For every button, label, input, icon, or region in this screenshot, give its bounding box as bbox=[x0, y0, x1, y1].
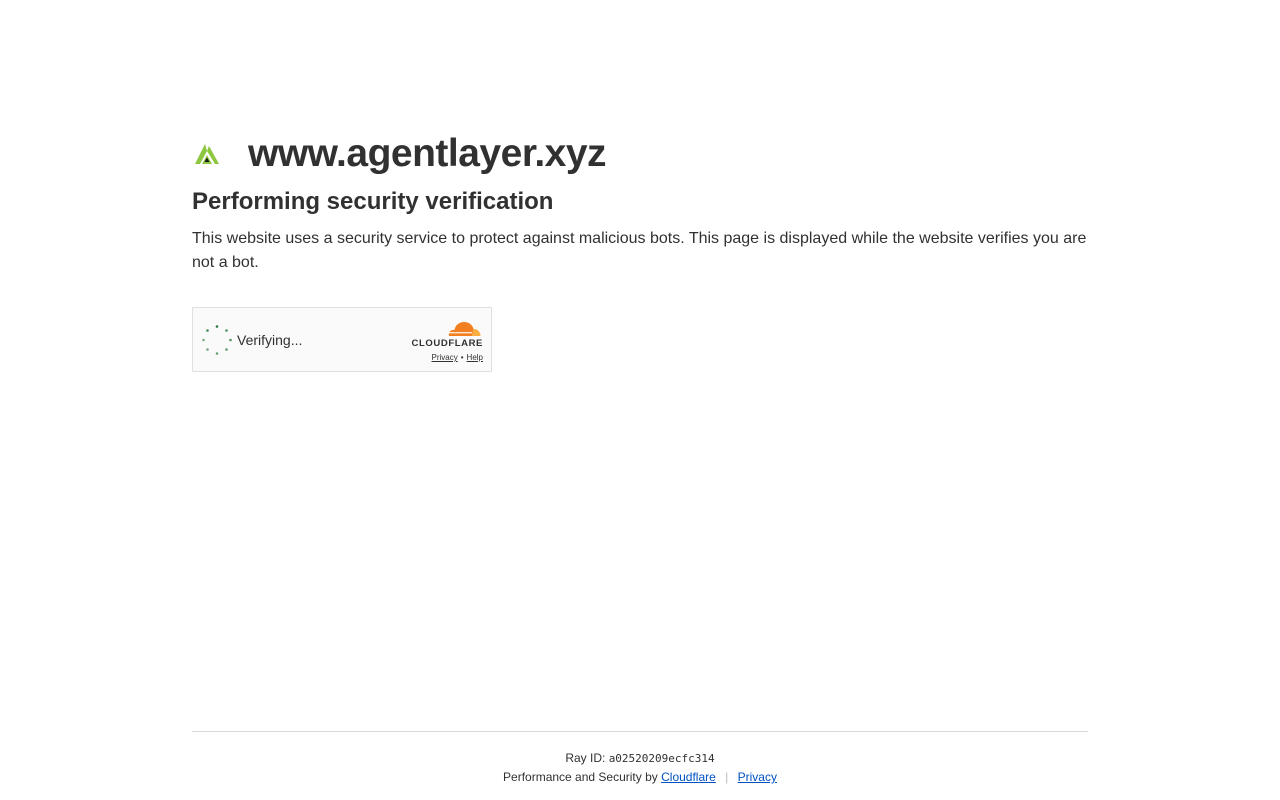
footer-divider: | bbox=[725, 770, 729, 784]
ray-id-label: Ray ID: bbox=[565, 751, 606, 765]
turnstile-widget[interactable]: Verifying... CLOUDFLARE Privacy • Help bbox=[192, 307, 492, 372]
privacy-link[interactable]: Privacy bbox=[738, 770, 777, 784]
verifying-status: Verifying... bbox=[237, 332, 303, 348]
agentlayer-logo-icon bbox=[192, 139, 222, 169]
site-header: www.agentlayer.xyz bbox=[192, 130, 1088, 178]
cloudflare-brand: CLOUDFLARE Privacy • Help bbox=[403, 319, 483, 364]
widget-privacy-link[interactable]: Privacy bbox=[432, 353, 458, 362]
cloudflare-link[interactable]: Cloudflare bbox=[661, 770, 716, 784]
performance-line: Performance and Security by Cloudflare |… bbox=[192, 769, 1088, 785]
cloudflare-wordmark: CLOUDFLARE bbox=[411, 338, 483, 349]
widget-link-separator: • bbox=[460, 353, 464, 362]
challenge-description: This website uses a security service to … bbox=[192, 230, 1087, 271]
widget-help-link[interactable]: Help bbox=[467, 353, 483, 362]
footer: Ray ID: a02520209ecfc314 Performance and… bbox=[192, 731, 1088, 785]
ray-id-value: a02520209ecfc314 bbox=[608, 752, 715, 765]
ray-id-line: Ray ID: a02520209ecfc314 bbox=[192, 750, 1088, 767]
main-content: www.agentlayer.xyz Performing security v… bbox=[192, 130, 1088, 372]
loading-spinner-icon bbox=[201, 324, 233, 356]
performance-text: Performance and Security by bbox=[503, 770, 658, 784]
page-title: Performing security verification bbox=[192, 188, 554, 215]
cloudflare-cloud-icon bbox=[447, 322, 481, 336]
site-name: www.agentlayer.xyz bbox=[248, 132, 607, 175]
widget-links: Privacy • Help bbox=[403, 352, 484, 364]
